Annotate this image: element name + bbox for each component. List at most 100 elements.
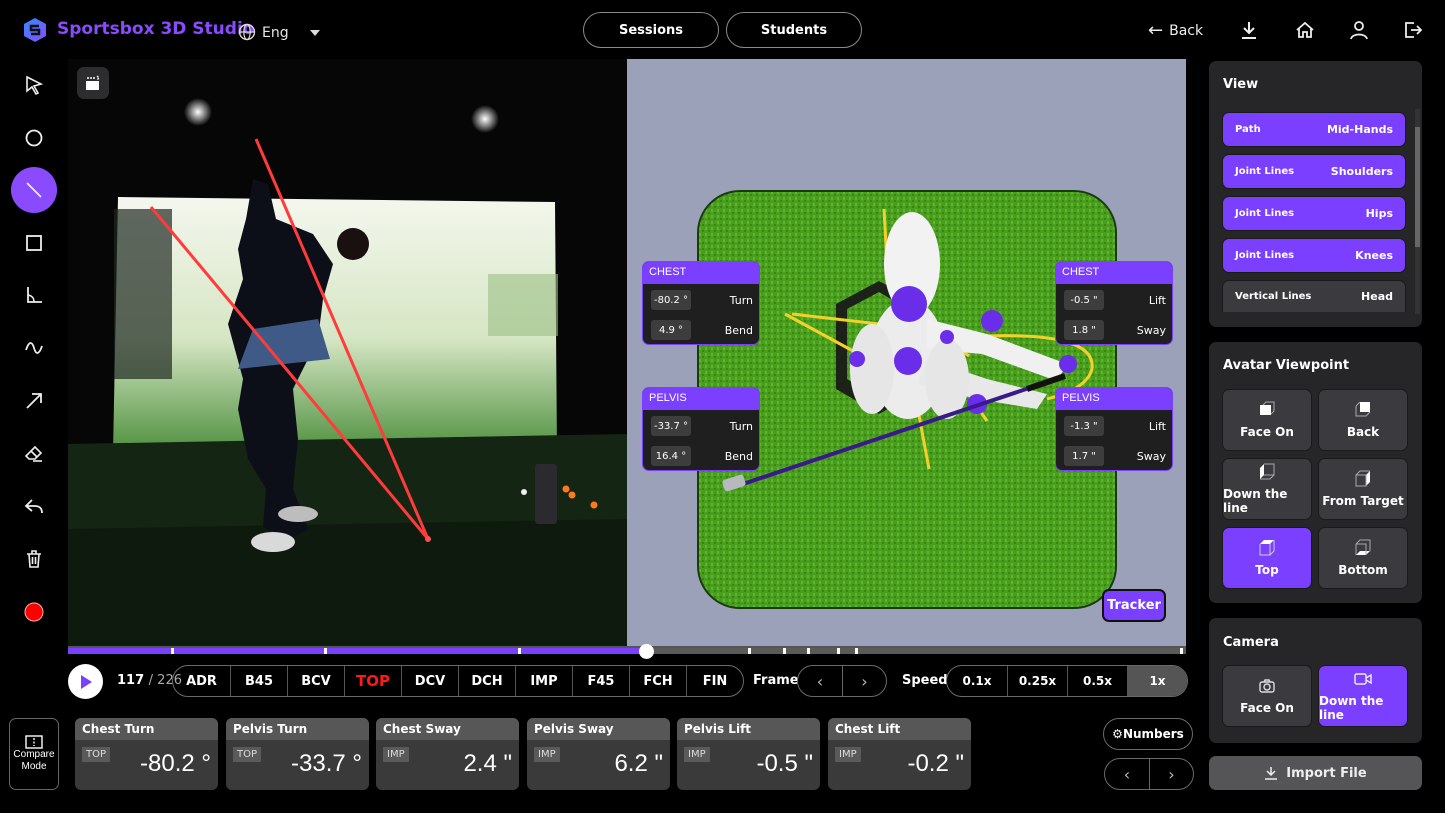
phase-marker[interactable] [807,648,810,654]
stat-card-chest-lift[interactable]: Chest Lift IMP -0.2 " [828,718,971,790]
viewpoint-bottom[interactable]: Bottom [1318,527,1408,589]
speed-0-25x[interactable]: 0.25x [1007,666,1067,696]
metric-label: Turn [729,293,753,307]
angle-tool[interactable] [11,272,57,318]
circle-tool[interactable] [11,115,57,161]
compare-mode-button[interactable]: Compare Mode [9,718,59,790]
numbers-label: Numbers [1122,727,1184,741]
avatar-3d-view[interactable] [627,59,1186,646]
view-toggle-joint-knees[interactable]: Joint Lines Knees [1222,238,1406,273]
delete-tool[interactable] [11,536,57,582]
camera-face-on[interactable]: Face On [1222,665,1312,727]
gear-icon: ⚙ [1112,727,1123,741]
undo-tool[interactable] [11,483,57,529]
viewpoint-down-the-line[interactable]: Down the line [1222,458,1312,520]
viewpoint-face-on[interactable]: Face On [1222,389,1312,451]
view-scrollbar[interactable] [1415,109,1420,314]
avatar-scene [697,190,1117,609]
record-button[interactable] [11,589,57,635]
cube-back-icon [1355,401,1371,417]
phase-marker[interactable] [783,648,786,654]
play-button[interactable] [68,664,103,699]
phase-fin[interactable]: FIN [686,666,743,696]
stat-card-pelvis-sway[interactable]: Pelvis Sway IMP 6.2 " [527,718,670,790]
next-stats-button[interactable]: › [1149,759,1193,789]
card-title: CHEST [1056,262,1172,284]
speed-selector: 0.1x 0.25x 0.5x 1x [946,665,1188,697]
phase-bcv[interactable]: BCV [287,666,344,696]
line-tool[interactable] [11,167,57,213]
view-key: Joint Lines [1235,250,1295,261]
tracker-button[interactable]: Tracker [1102,589,1166,622]
arrow-left-icon: ← [1148,20,1164,41]
import-file-button[interactable]: Import File [1209,756,1422,790]
user-icon[interactable] [1348,19,1370,41]
view-key: Joint Lines [1235,166,1295,177]
viewpoint-label: From Target [1322,494,1404,508]
speed-0-1x[interactable]: 0.1x [947,666,1007,696]
phase-imp[interactable]: IMP [515,666,572,696]
video-player[interactable] [68,59,627,646]
cube-bottom-icon [1355,539,1371,555]
prev-stats-button[interactable]: ‹ [1105,759,1149,789]
phase-dch[interactable]: DCH [458,666,515,696]
stat-card-chest-turn[interactable]: Chest Turn TOP -80.2 ° [75,718,218,790]
timeline-scrubber[interactable] [68,644,1186,659]
phase-marker[interactable] [171,648,174,654]
sessions-button[interactable]: Sessions [583,12,719,48]
phase-f45[interactable]: F45 [572,666,629,696]
speed-0-5x[interactable]: 0.5x [1067,666,1127,696]
view-toggle-vertical-head[interactable]: Vertical Lines Head [1222,280,1406,312]
app-title: Sportsbox 3D Studio [57,19,255,39]
back-button[interactable]: ← Back [1148,20,1203,41]
chevron-right-icon: › [861,671,868,691]
eraser-tool[interactable] [11,430,57,476]
metric-label: Bend [724,323,753,337]
viewpoint-from-target[interactable]: From Target [1318,458,1408,520]
view-toggle-joint-hips[interactable]: Joint Lines Hips [1222,196,1406,231]
view-toggle-joint-shoulders[interactable]: Joint Lines Shoulders [1222,154,1406,189]
select-tool[interactable] [11,62,57,108]
card-title: CHEST [643,262,759,284]
phase-dcv[interactable]: DCV [401,666,458,696]
next-frame-button[interactable]: › [842,666,886,696]
curve-tool[interactable] [11,325,57,371]
numbers-settings-button[interactable]: ⚙ Numbers [1103,718,1193,750]
phase-fch[interactable]: FCH [629,666,686,696]
speed-1x[interactable]: 1x [1127,666,1187,696]
logout-icon[interactable] [1402,19,1424,41]
phase-marker[interactable] [324,648,327,654]
phase-marker[interactable] [1180,648,1183,654]
chevron-down-icon[interactable] [310,30,320,36]
phase-marker[interactable] [855,648,858,654]
prev-frame-button[interactable]: ‹ [798,666,842,696]
stat-card-pelvis-lift[interactable]: Pelvis Lift IMP -0.5 " [677,718,820,790]
view-key: Path [1235,124,1261,135]
chest-translation-card: CHEST -0.5 " Lift 1.8 " Sway [1055,261,1173,345]
phase-marker[interactable] [837,648,840,654]
home-icon[interactable] [1294,19,1316,41]
view-toggle-path-mid-hands[interactable]: Path Mid-Hands [1222,112,1406,147]
language-select[interactable]: Eng [262,25,289,41]
timeline-thumb[interactable] [639,644,654,659]
view-value: Shoulders [1330,165,1393,178]
arrow-tool[interactable] [11,378,57,424]
rectangle-tool[interactable] [11,220,57,266]
phase-top[interactable]: TOP [344,666,401,696]
camera-down-the-line[interactable]: Down the line [1318,665,1408,727]
globe-icon[interactable] [238,23,256,41]
viewpoint-top[interactable]: Top [1222,527,1312,589]
download-icon[interactable] [1238,19,1260,41]
phase-b45[interactable]: B45 [230,666,287,696]
stat-card-chest-sway[interactable]: Chest Sway IMP 2.4 " [376,718,519,790]
top-bar: Sportsbox 3D Studio Eng Sessions Student… [0,0,1445,58]
phase-marker[interactable] [748,648,751,654]
phase-marker[interactable] [518,648,521,654]
phase-adr[interactable]: ADR [173,666,230,696]
undo-icon [24,499,43,514]
viewpoint-back[interactable]: Back [1318,389,1408,451]
students-button[interactable]: Students [726,12,862,48]
scrollbar-thumb[interactable] [1415,127,1420,247]
stat-card-pelvis-turn[interactable]: Pelvis Turn TOP -33.7 ° [226,718,369,790]
rotate-video-button[interactable] [77,67,109,99]
